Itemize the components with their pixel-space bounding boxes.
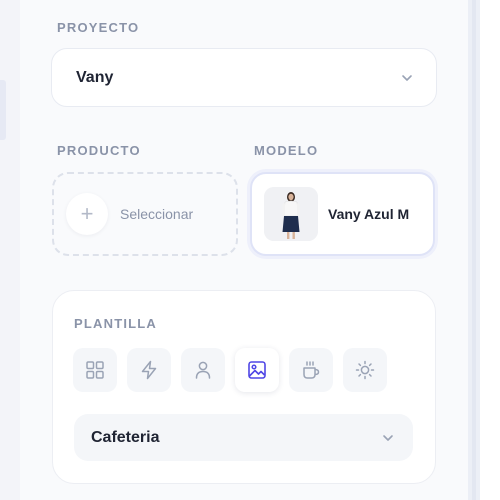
template-sun-button[interactable]: [343, 348, 387, 392]
template-lightning-button[interactable]: [127, 348, 171, 392]
left-panel-accent: [0, 80, 6, 140]
template-label: PLANTILLA: [74, 316, 158, 331]
right-content-edge: [480, 0, 500, 500]
project-select[interactable]: Vany: [51, 48, 437, 107]
model-card[interactable]: Vany Azul M: [250, 172, 435, 256]
model-name: Vany Azul M: [328, 206, 410, 222]
template-icon-row: [73, 348, 387, 392]
template-grid-button[interactable]: [73, 348, 117, 392]
image-icon: [248, 361, 266, 379]
product-label: PRODUCTO: [57, 143, 141, 158]
coffee-cup-icon: [303, 361, 320, 379]
scrollbar-track[interactable]: [472, 0, 476, 500]
chevron-down-icon: [383, 434, 393, 441]
product-placeholder: Seleccionar: [120, 206, 194, 222]
plus-icon[interactable]: +: [66, 193, 108, 235]
template-select[interactable]: Cafeteria: [74, 414, 413, 461]
plus-glyph: +: [80, 201, 94, 226]
chevron-down-icon: [402, 74, 412, 81]
project-label: PROYECTO: [57, 20, 140, 35]
template-person-button[interactable]: [181, 348, 225, 392]
model-thumbnail: [264, 187, 318, 241]
product-select-slot[interactable]: + Seleccionar: [52, 172, 238, 256]
project-select-value: Vany: [76, 68, 114, 86]
grid-icon: [86, 361, 104, 379]
lightning-icon: [141, 360, 157, 380]
template-card: PLANTILLA Cafeteria: [52, 290, 436, 484]
person-icon: [195, 361, 211, 379]
model-photo-icon: [264, 187, 318, 241]
template-select-value: Cafeteria: [91, 428, 160, 446]
left-panel-background: [0, 0, 20, 500]
template-coffee-button[interactable]: [289, 348, 333, 392]
template-image-button[interactable]: [235, 348, 279, 392]
sun-icon: [355, 360, 375, 380]
model-label: MODELO: [254, 143, 319, 158]
